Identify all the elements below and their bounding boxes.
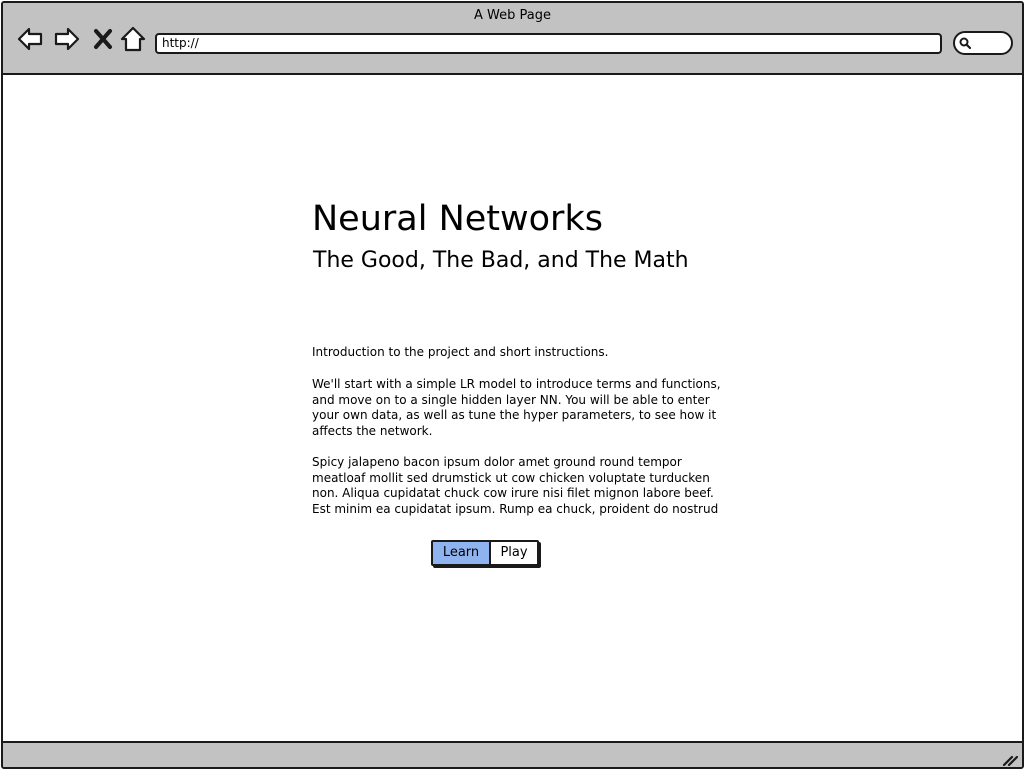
close-icon[interactable]: [89, 25, 117, 53]
play-button[interactable]: Play: [491, 542, 537, 564]
page-content: Neural Networks The Good, The Bad, and T…: [3, 75, 1022, 741]
back-arrow-icon[interactable]: [16, 25, 44, 53]
home-icon[interactable]: [119, 25, 147, 53]
window-title: A Web Page: [474, 8, 551, 23]
status-bar: [3, 741, 1022, 767]
search-input[interactable]: [953, 31, 1013, 55]
learn-button[interactable]: Learn: [433, 542, 491, 564]
browser-window: A Web Page http:// Neural Networks The G…: [1, 1, 1024, 769]
intro-paragraph: Introduction to the project and short in…: [312, 345, 609, 359]
page-subtitle: The Good, The Bad, and The Math: [313, 248, 689, 273]
mode-button-group: Learn Play: [431, 540, 539, 566]
description-paragraph: We'll start with a simple LR model to in…: [312, 377, 721, 438]
resize-grip-icon[interactable]: [1002, 752, 1018, 766]
address-bar[interactable]: http://: [155, 33, 942, 54]
filler-paragraph: Spicy jalapeno bacon ipsum dolor amet gr…: [312, 455, 719, 516]
browser-toolbar: A Web Page http://: [3, 3, 1022, 75]
forward-arrow-icon[interactable]: [53, 25, 81, 53]
search-icon: [959, 37, 972, 50]
page-title: Neural Networks: [312, 199, 603, 239]
